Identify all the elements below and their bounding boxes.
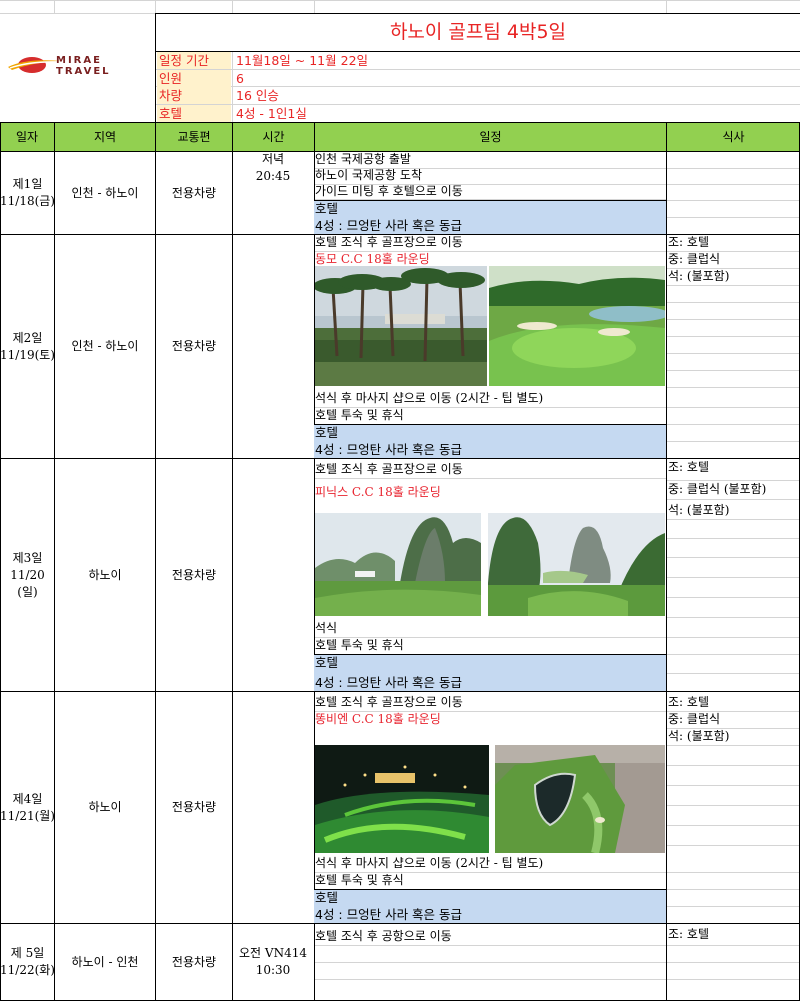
day4-schedule-line: 석식 후 마사지 샵으로 이동 (2시간 - 팁 별도) — [315, 856, 544, 870]
people-value: 6 — [236, 71, 244, 86]
day2-region: 인천 - 하노이 — [71, 339, 139, 353]
col-header-meals: 식사 — [667, 123, 800, 152]
day4-golf-course: 똥비엔 C.C 18홀 라운딩 — [315, 712, 441, 726]
day3-hotel-detail: 4성 : 므엉탄 사라 혹은 동급 — [315, 675, 463, 690]
day1-time: 20:45 — [255, 169, 291, 183]
day1-region: 인천 - 하노이 — [71, 185, 139, 200]
day5-meal: 조: 호텔 — [668, 927, 709, 941]
day1-time-label: 저녁 — [261, 152, 285, 166]
day1-schedule-line: 가이드 미팅 후 호텔으로 이동 — [315, 184, 463, 198]
hotel-label: 호텔 — [157, 105, 231, 122]
day5-schedule-line: 호텔 조식 후 공항으로 이동 — [315, 929, 452, 943]
golf-photo-phoenix-2 — [488, 513, 665, 616]
logo-text: MIRAE TRAVEL — [56, 55, 111, 77]
day4-hotel-detail: 4성 : 므엉탄 사라 혹은 동급 — [315, 907, 463, 922]
people-label: 인원 — [157, 70, 231, 87]
day1-transport: 전용차량 — [171, 185, 217, 200]
day2-hotel-title: 호텔 — [315, 425, 339, 440]
period-label: 일정 기간 — [157, 52, 231, 69]
day4-date-cell: 제4일 11/21(월) — [0, 791, 55, 823]
golf-photo-phoenix-1 — [315, 513, 481, 616]
day2-transport: 전용차량 — [171, 339, 217, 353]
col-header-schedule: 일정 — [315, 123, 666, 152]
day5-region: 하노이 - 인천 — [71, 954, 139, 969]
golf-photo-night — [315, 745, 489, 853]
vehicle-label: 차량 — [157, 87, 231, 104]
period-value: 11월18일 ~ 11월 22일 — [236, 53, 369, 68]
day3-date-cell: 제3일 11/20 (일) — [10, 550, 45, 599]
day1-schedule-line: 하노이 국제공항 도착 — [315, 168, 422, 182]
day2-schedule-line: 석식 후 마사지 샵으로 이동 (2시간 - 팁 별도) — [315, 391, 544, 405]
page-title: 하노이 골프팀 4박5일 — [389, 21, 567, 43]
day3-schedule-line: 호텔 조식 후 골프장으로 이동 — [315, 462, 463, 476]
day3-schedule-line: 호텔 투숙 및 휴식 — [315, 638, 404, 652]
golf-photo-green — [489, 266, 665, 386]
day4-region: 하노이 — [88, 800, 122, 814]
day4-schedule-line: 호텔 투숙 및 휴식 — [315, 873, 404, 887]
day5-time: 10:30 — [255, 963, 291, 977]
day3-transport: 전용차량 — [171, 567, 217, 582]
col-header-transport: 교통편 — [156, 123, 232, 152]
day4-meal: 조: 호텔 — [668, 695, 709, 709]
col-header-day: 일자 — [0, 123, 54, 152]
day1-hotel-detail: 4성 : 므엉탄 사라 혹은 동급 — [315, 218, 463, 233]
hotel-value: 4성 - 1인1실 — [236, 106, 307, 121]
day3-schedule-line: 석식 — [315, 621, 338, 635]
day4-schedule-line: 호텔 조식 후 골프장으로 이동 — [315, 695, 463, 709]
day3-meal: 중: 클럽식 (불포함) — [668, 482, 767, 496]
day4-meal: 중: 클럽식 — [668, 712, 721, 726]
day4-hotel-title: 호텔 — [315, 890, 339, 905]
day5-transport: 전용차량 — [171, 954, 217, 969]
col-header-time: 시간 — [233, 123, 314, 152]
day2-schedule-line: 호텔 조식 후 골프장으로 이동 — [315, 235, 463, 249]
day5-date-cell: 제 5일 11/22(화) — [0, 946, 55, 977]
golf-photo-palms — [315, 266, 487, 386]
day2-hotel-detail: 4성 : 므엉탄 사라 혹은 동급 — [315, 442, 463, 457]
day2-meal: 석: (불포함) — [668, 269, 730, 283]
day3-meal: 석: (불포함) — [668, 503, 730, 517]
day1-schedule-line: 인천 국제공항 출발 — [315, 152, 411, 166]
itinerary-sheet: MIRAE TRAVEL 하노이 골프팀 4박5일 일정 기간 11월18일 ~… — [0, 0, 800, 1001]
day2-meal: 조: 호텔 — [668, 235, 709, 249]
day2-meal: 중: 클럽식 — [668, 252, 721, 266]
day1-hotel-title: 호텔 — [315, 201, 339, 216]
day3-region: 하노이 — [88, 567, 122, 582]
day1-date-cell: 제1일 11/18(금) — [0, 177, 55, 208]
day2-schedule-line: 호텔 투숙 및 휴식 — [315, 408, 404, 422]
day4-transport: 전용차량 — [171, 800, 217, 814]
day4-meal: 석: (불포함) — [668, 729, 730, 743]
day5-flight: 오전 VN414 — [239, 946, 307, 960]
day3-meal: 조: 호텔 — [668, 460, 709, 474]
vehicle-value: 16 인승 — [236, 88, 279, 103]
day2-date-cell: 제2일 11/19(토) — [0, 330, 55, 362]
col-header-region: 지역 — [55, 123, 155, 152]
day3-golf-course: 피닉스 C.C 18홀 라운딩 — [315, 485, 441, 499]
mirae-travel-logo: MIRAE TRAVEL — [6, 52, 146, 86]
day3-hotel-title: 호텔 — [315, 655, 339, 670]
golf-photo-aerial — [495, 745, 665, 853]
